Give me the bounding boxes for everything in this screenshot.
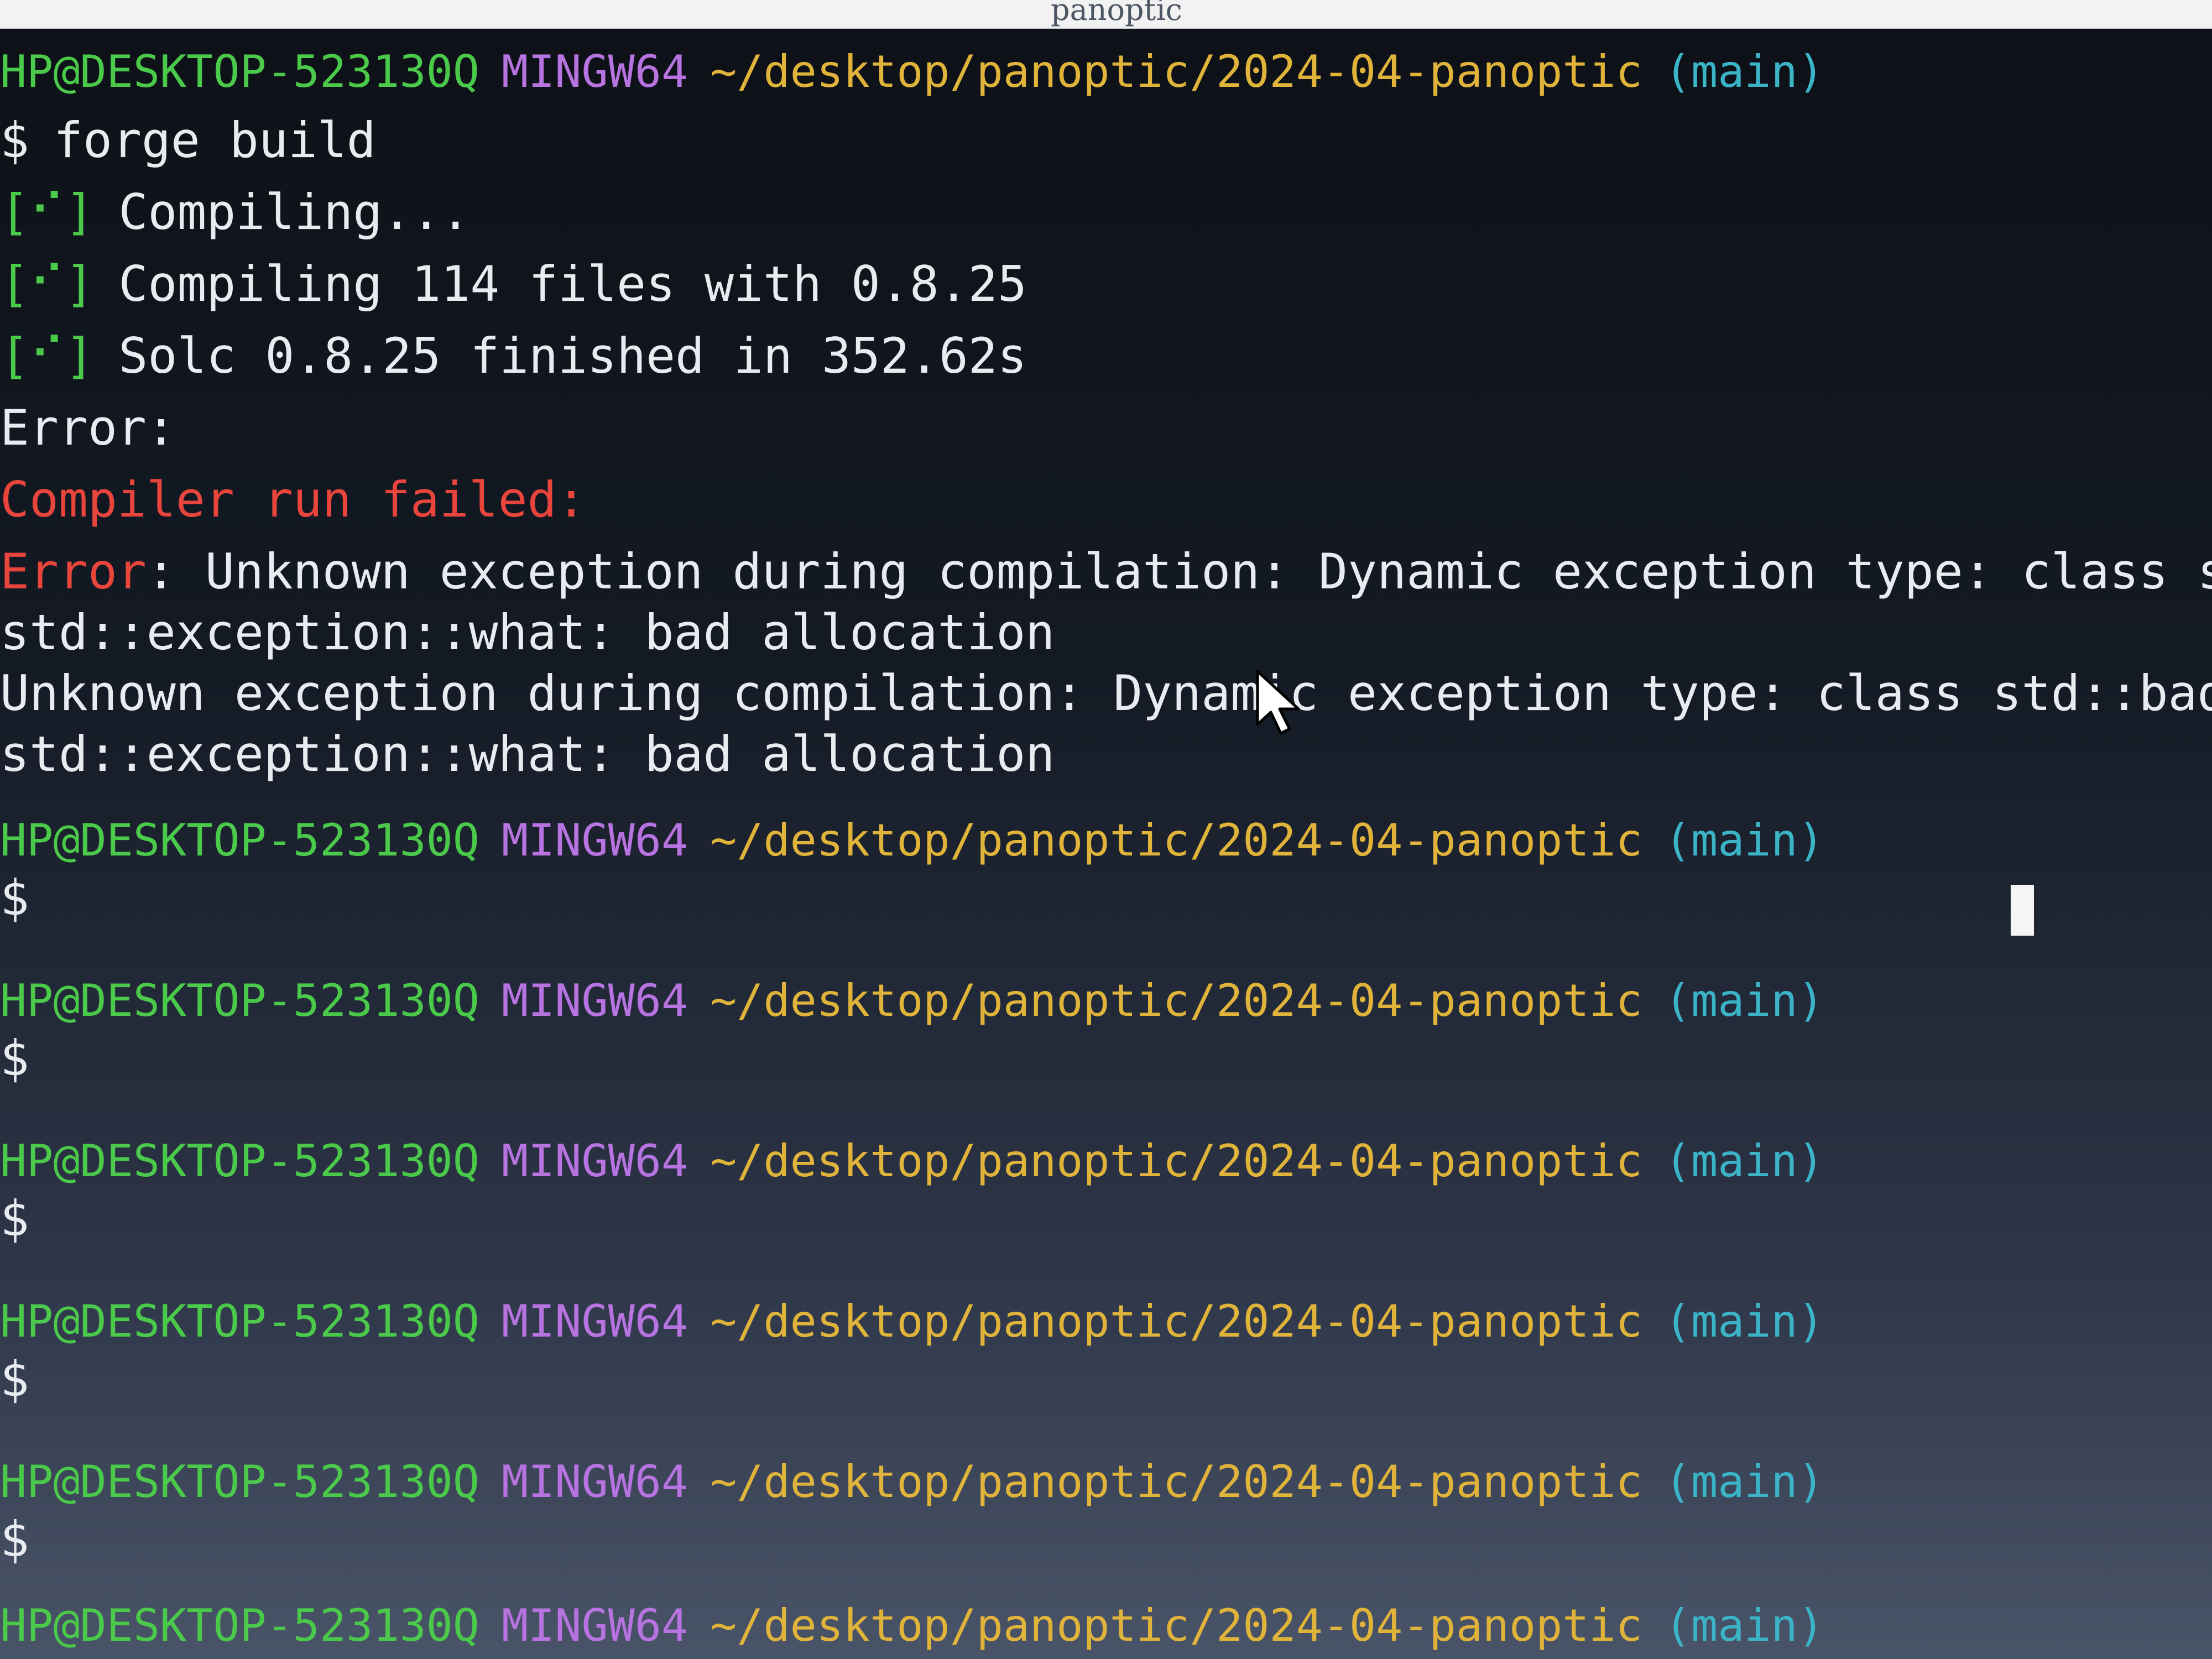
solc-finished-text: Solc 0.8.25 finished in 352.62s	[118, 327, 1027, 384]
prompt-user-host: HP@DESKTOP-523130Q	[0, 975, 479, 1026]
prompt-branch: (main)	[1664, 815, 1824, 866]
prompt-branch: (main)	[1664, 46, 1824, 97]
prompt-branch: (main)	[1664, 1456, 1824, 1507]
prompt-user-host: HP@DESKTOP-523130Q	[0, 1135, 479, 1187]
prompt-path: ~/desktop/panoptic/2024-04-panoptic	[710, 1135, 1642, 1187]
prompt-system: MINGW64	[501, 1456, 688, 1507]
prompt-system: MINGW64	[501, 46, 688, 97]
command-line: $ forge build	[0, 116, 376, 165]
compiler-failed-text: Compiler run failed:	[0, 471, 586, 528]
prompt-user-host: HP@DESKTOP-523130Q	[0, 1600, 479, 1651]
prompt-branch: (main)	[1664, 1135, 1824, 1187]
terminal-screen: panoptic HP@DESKTOP-523130Q MINGW64 ~/desk…	[0, 0, 2212, 1659]
error-label: Error	[0, 543, 147, 600]
title-bar: panoptic	[0, 0, 2212, 29]
error-message: : Unknown exception during compilation: …	[146, 543, 2212, 600]
output-solc-finished: [⠊] Solc 0.8.25 finished in 352.62s	[0, 332, 1027, 380]
prompt-header: HP@DESKTOP-523130Q MINGW64 ~/desktop/panop…	[0, 1604, 1824, 1648]
prompt-header: HP@DESKTOP-523130Q MINGW64 ~/desktop/panop…	[0, 1300, 1824, 1344]
prompt-user-host: HP@DESKTOP-523130Q	[0, 815, 479, 866]
prompt-system: MINGW64	[501, 1600, 688, 1651]
compiling-files-text: Compiling 114 files with 0.8.25	[118, 255, 1027, 312]
error-line: Error: Unknown exception during compilat…	[0, 547, 2212, 596]
prompt-system: MINGW64	[501, 1296, 688, 1347]
prompt-symbol: $	[0, 869, 29, 926]
prompt-system: MINGW64	[501, 975, 688, 1026]
prompt-path: ~/desktop/panoptic/2024-04-panoptic	[710, 815, 1642, 866]
prompt-branch: (main)	[1664, 975, 1824, 1026]
prompt-path: ~/desktop/panoptic/2024-04-panoptic	[710, 46, 1642, 97]
command-text: forge build	[53, 112, 376, 169]
prompt-branch: (main)	[1664, 1600, 1824, 1651]
prompt-path: ~/desktop/panoptic/2024-04-panoptic	[710, 1600, 1642, 1651]
compiling-text: Compiling...	[118, 184, 471, 241]
prompt-header: HP@DESKTOP-523130Q MINGW64 ~/desktop/panop…	[0, 818, 1824, 863]
prompt-header: HP@DESKTOP-523130Q MINGW64 ~/desktop/panop…	[0, 50, 1824, 94]
error-header: Error:	[0, 399, 176, 456]
prompt-user-host: HP@DESKTOP-523130Q	[0, 1296, 479, 1347]
unknown-exception-line: Unknown exception during compilation: Dy…	[0, 665, 2212, 722]
what-line-1: std::exception::what: bad allocation	[0, 604, 1055, 661]
output-compiling: [⠊] Compiling...	[0, 188, 470, 237]
prompt-path: ~/desktop/panoptic/2024-04-panoptic	[710, 1296, 1642, 1347]
mouse-pointer-icon	[1256, 670, 1300, 735]
prompt-header: HP@DESKTOP-523130Q MINGW64 ~/desktop/panop…	[0, 979, 1824, 1023]
prompt-symbol: $	[0, 1350, 29, 1407]
terminal-output[interactable]: HP@DESKTOP-523130Q MINGW64 ~/desktop/panop…	[0, 28, 2212, 1659]
what-line-2: std::exception::what: bad allocation	[0, 726, 1055, 782]
prompt-user-host: HP@DESKTOP-523130Q	[0, 1456, 479, 1507]
prompt-symbol: $	[0, 1511, 29, 1568]
status-marker: [⠊]	[0, 184, 95, 241]
prompt-path: ~/desktop/panoptic/2024-04-panoptic	[710, 1456, 1642, 1507]
prompt-symbol: $	[0, 112, 29, 169]
prompt-header: HP@DESKTOP-523130Q MINGW64 ~/desktop/panop…	[0, 1460, 1824, 1504]
status-marker: [⠊]	[0, 327, 95, 384]
prompt-symbol: $	[0, 1030, 29, 1087]
prompt-user-host: HP@DESKTOP-523130Q	[0, 46, 479, 97]
prompt-system: MINGW64	[501, 815, 688, 866]
prompt-path: ~/desktop/panoptic/2024-04-panoptic	[710, 975, 1642, 1026]
status-marker: [⠊]	[0, 255, 95, 312]
prompt-branch: (main)	[1664, 1296, 1824, 1347]
prompt-system: MINGW64	[501, 1135, 688, 1187]
output-compiling-files: [⠊] Compiling 114 files with 0.8.25	[0, 260, 1027, 309]
window-title: panoptic	[1051, 0, 1182, 27]
text-cursor	[2011, 885, 2034, 936]
prompt-header: HP@DESKTOP-523130Q MINGW64 ~/desktop/panop…	[0, 1139, 1824, 1183]
prompt-symbol: $	[0, 1190, 29, 1247]
